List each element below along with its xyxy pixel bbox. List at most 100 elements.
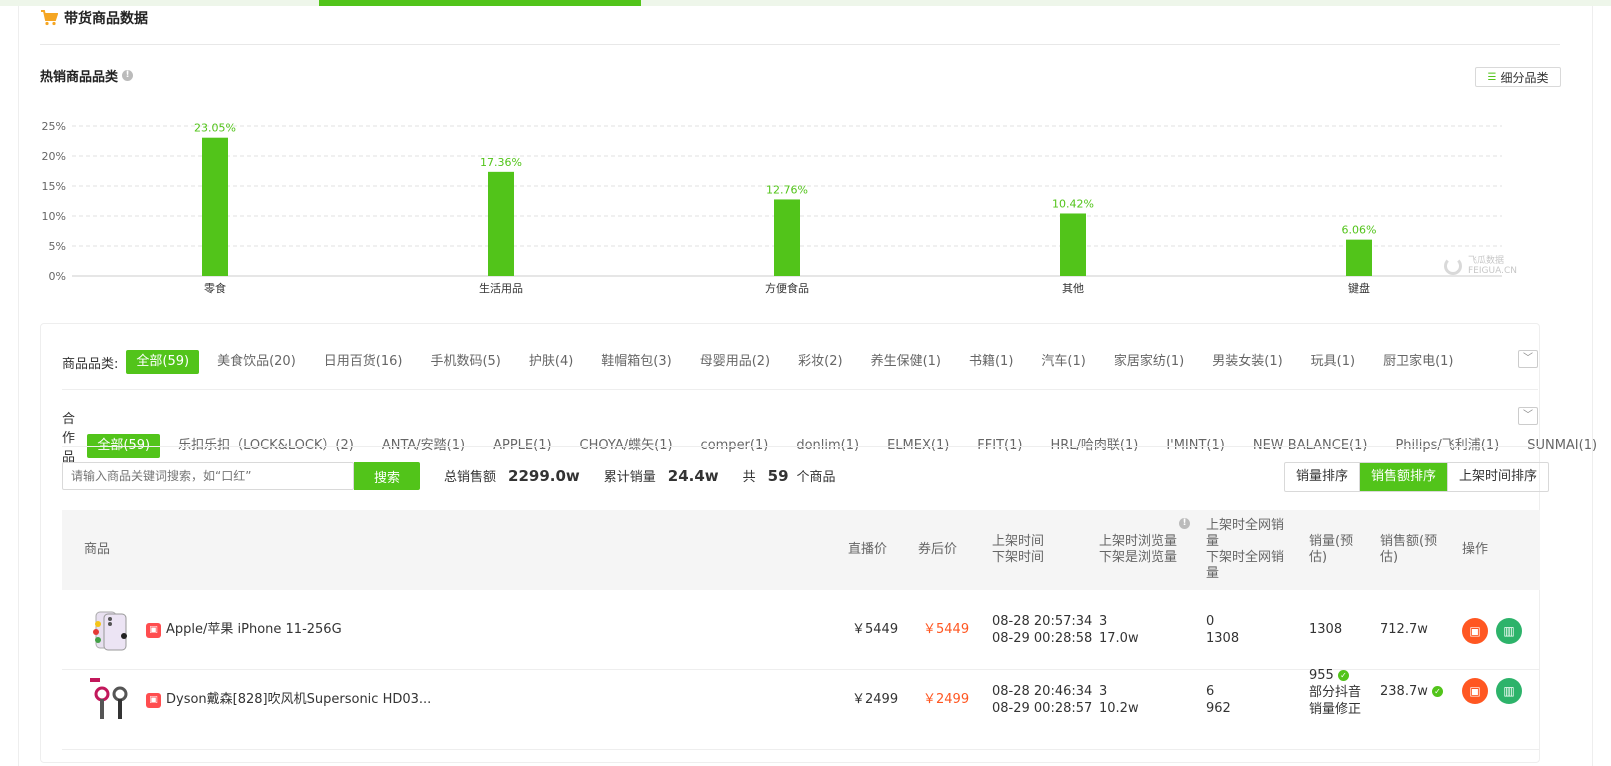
divider — [40, 44, 1560, 45]
verified-icon: ✓ — [1432, 686, 1443, 697]
col-operation: 操作 — [1462, 542, 1489, 557]
trend-chart-icon[interactable]: ▥ — [1496, 678, 1522, 704]
search-input[interactable] — [62, 462, 354, 490]
summary-stats: 总销售额 2299.0w 累计销量 24.4w 共 59 个商品 — [444, 466, 836, 486]
brand-expand-button[interactable]: ﹀ — [1518, 407, 1538, 425]
net-on: 6 — [1206, 684, 1215, 699]
shop-detail-icon[interactable]: ▣ — [1462, 678, 1488, 704]
category-chip[interactable]: 美食饮品(20) — [207, 350, 306, 374]
on-time: 08-28 20:46:34 — [992, 684, 1093, 699]
volume-note: 销量修正 — [1309, 702, 1362, 717]
count-suffix: 个商品 — [796, 470, 836, 485]
product-name[interactable]: Apple/苹果 iPhone 11-256G — [166, 621, 342, 638]
y-tick-label: 10% — [42, 210, 66, 223]
y-tick-label: 0% — [49, 270, 66, 283]
coupon-price: ￥2499 — [923, 692, 970, 707]
x-tick-label: 生活用品 — [479, 281, 523, 295]
col-volume-suffix: 估) — [1309, 550, 1328, 565]
category-chip[interactable]: 护肤(4) — [519, 350, 583, 374]
category-chip[interactable]: 母婴用品(2) — [690, 350, 780, 374]
watermark-logo-icon — [1444, 257, 1462, 275]
bar-value-label: 12.76% — [766, 183, 808, 196]
category-chip[interactable]: 鞋帽箱包(3) — [591, 350, 681, 374]
sub-category-button[interactable]: ☰ 细分品类 — [1475, 67, 1561, 87]
coupon-price: ￥5449 — [923, 622, 970, 637]
category-chip[interactable]: 手机数码(5) — [420, 350, 510, 374]
category-chip[interactable]: 玩具(1) — [1301, 350, 1365, 374]
bar-value-label: 23.05% — [194, 122, 236, 135]
watermark: 飞瓜数据 FEIGUA.CN — [1444, 256, 1517, 276]
section-title: 带货商品数据 — [40, 8, 148, 28]
shop-icon: ▣ — [146, 693, 161, 708]
category-chip[interactable]: 男装女装(1) — [1202, 350, 1292, 374]
views-on: 3 — [1099, 684, 1108, 699]
col-amount: 销售额(预 — [1380, 534, 1438, 549]
category-chip[interactable]: 养生保健(1) — [861, 350, 951, 374]
col-views-off: 下架是浏览量 — [1099, 550, 1178, 565]
product-name[interactable]: Dyson戴森[828]吹风机Supersonic HD03... — [166, 691, 431, 708]
category-chip[interactable]: 彩妆(2) — [788, 350, 852, 374]
cart-icon — [41, 10, 58, 26]
col-net-off: 下架时全网销 — [1206, 550, 1285, 565]
section-title-text: 带货商品数据 — [64, 11, 148, 27]
sort-button-group: 销量排序 销售额排序 上架时间排序 — [1284, 462, 1550, 492]
views-info-icon[interactable]: ! — [1179, 518, 1190, 529]
col-live-price: 直播价 — [848, 542, 888, 557]
y-tick-label: 20% — [42, 150, 66, 163]
volume: 1308 — [1309, 622, 1343, 637]
hot-category-title-text: 热销商品品类 — [40, 70, 119, 85]
bar — [1060, 213, 1086, 276]
amount: 712.7w — [1380, 622, 1428, 637]
category-expand-button[interactable]: ﹀ — [1518, 350, 1538, 368]
shop-detail-icon[interactable]: ▣ — [1462, 618, 1488, 644]
off-time: 08-29 00:28:58 — [992, 631, 1093, 646]
bar-value-label: 6.06% — [1342, 224, 1377, 237]
category-chip[interactable]: 家居家纺(1) — [1104, 350, 1194, 374]
category-chip[interactable]: 全部(59) — [126, 350, 200, 374]
bar — [202, 137, 228, 276]
sub-category-button-label: 细分品类 — [1500, 70, 1549, 85]
bar — [774, 199, 800, 276]
col-product: 商品 — [84, 542, 111, 557]
x-tick-label: 零食 — [204, 281, 226, 295]
net-on: 0 — [1206, 614, 1215, 629]
volume-cell: 955 ✓ — [1309, 667, 1349, 684]
shop-icon: ▣ — [146, 623, 161, 638]
category-chip[interactable]: 汽车(1) — [1031, 350, 1095, 374]
filter-icon: ☰ — [1487, 71, 1497, 83]
col-off-time: 下架时间 — [992, 550, 1045, 565]
trend-chart-icon[interactable]: ▥ — [1496, 618, 1522, 644]
category-filter-row: 商品品类: 全部(59) 美食饮品(20) 日用百货(16) 手机数码(5) 护肤(4)… — [62, 350, 1472, 374]
verified-icon: ✓ — [1337, 670, 1349, 681]
sort-by-sales-button[interactable]: 销售额排序 — [1360, 463, 1449, 491]
total-sales-value: 2299.0w — [508, 466, 580, 485]
watermark-subtext: FEIGUA.CN — [1468, 266, 1517, 276]
category-bar-chart: 0% 5% 10% 15% 20% 25% 23.05% 零食 17.36% 生活用品 12.76%… — [42, 120, 1502, 295]
category-chip[interactable]: 书籍(1) — [959, 350, 1023, 374]
watermark-text: 飞瓜数据 — [1468, 256, 1505, 266]
x-tick-label: 方便食品 — [765, 281, 809, 295]
info-icon[interactable]: ! — [122, 70, 134, 81]
live-price: ￥5449 — [852, 622, 899, 637]
x-tick-label: 键盘 — [1348, 281, 1370, 295]
views-off: 17.0w — [1099, 631, 1139, 646]
off-time: 08-29 00:28:57 — [992, 701, 1093, 716]
table-row[interactable]: ▣ Apple/苹果 iPhone 11-256G ￥5449 ￥5449 08… — [62, 590, 1540, 670]
count-prefix: 共 — [742, 470, 756, 485]
sort-by-volume-button[interactable]: 销量排序 — [1285, 463, 1361, 491]
category-chip[interactable]: 日用百货(16) — [314, 350, 413, 374]
bar — [488, 171, 514, 276]
divider — [62, 446, 1538, 447]
views-on: 3 — [1099, 614, 1108, 629]
search-button[interactable]: 搜索 — [354, 462, 420, 490]
net-off: 962 — [1206, 701, 1231, 716]
table-row[interactable]: ▣ Dyson戴森[828]吹风机Supersonic HD03... ￥249… — [62, 667, 1540, 750]
category-chip[interactable]: 厨卫家电(1) — [1373, 350, 1463, 374]
live-price: ￥2499 — [852, 692, 899, 707]
col-net-on: 上架时全网销 — [1206, 518, 1285, 533]
total-volume-value: 24.4w — [667, 466, 719, 485]
net-off: 1308 — [1206, 631, 1240, 646]
col-coupon-price: 券后价 — [918, 542, 958, 557]
sort-by-time-button[interactable]: 上架时间排序 — [1448, 463, 1548, 491]
iphone-product-image — [93, 611, 127, 651]
